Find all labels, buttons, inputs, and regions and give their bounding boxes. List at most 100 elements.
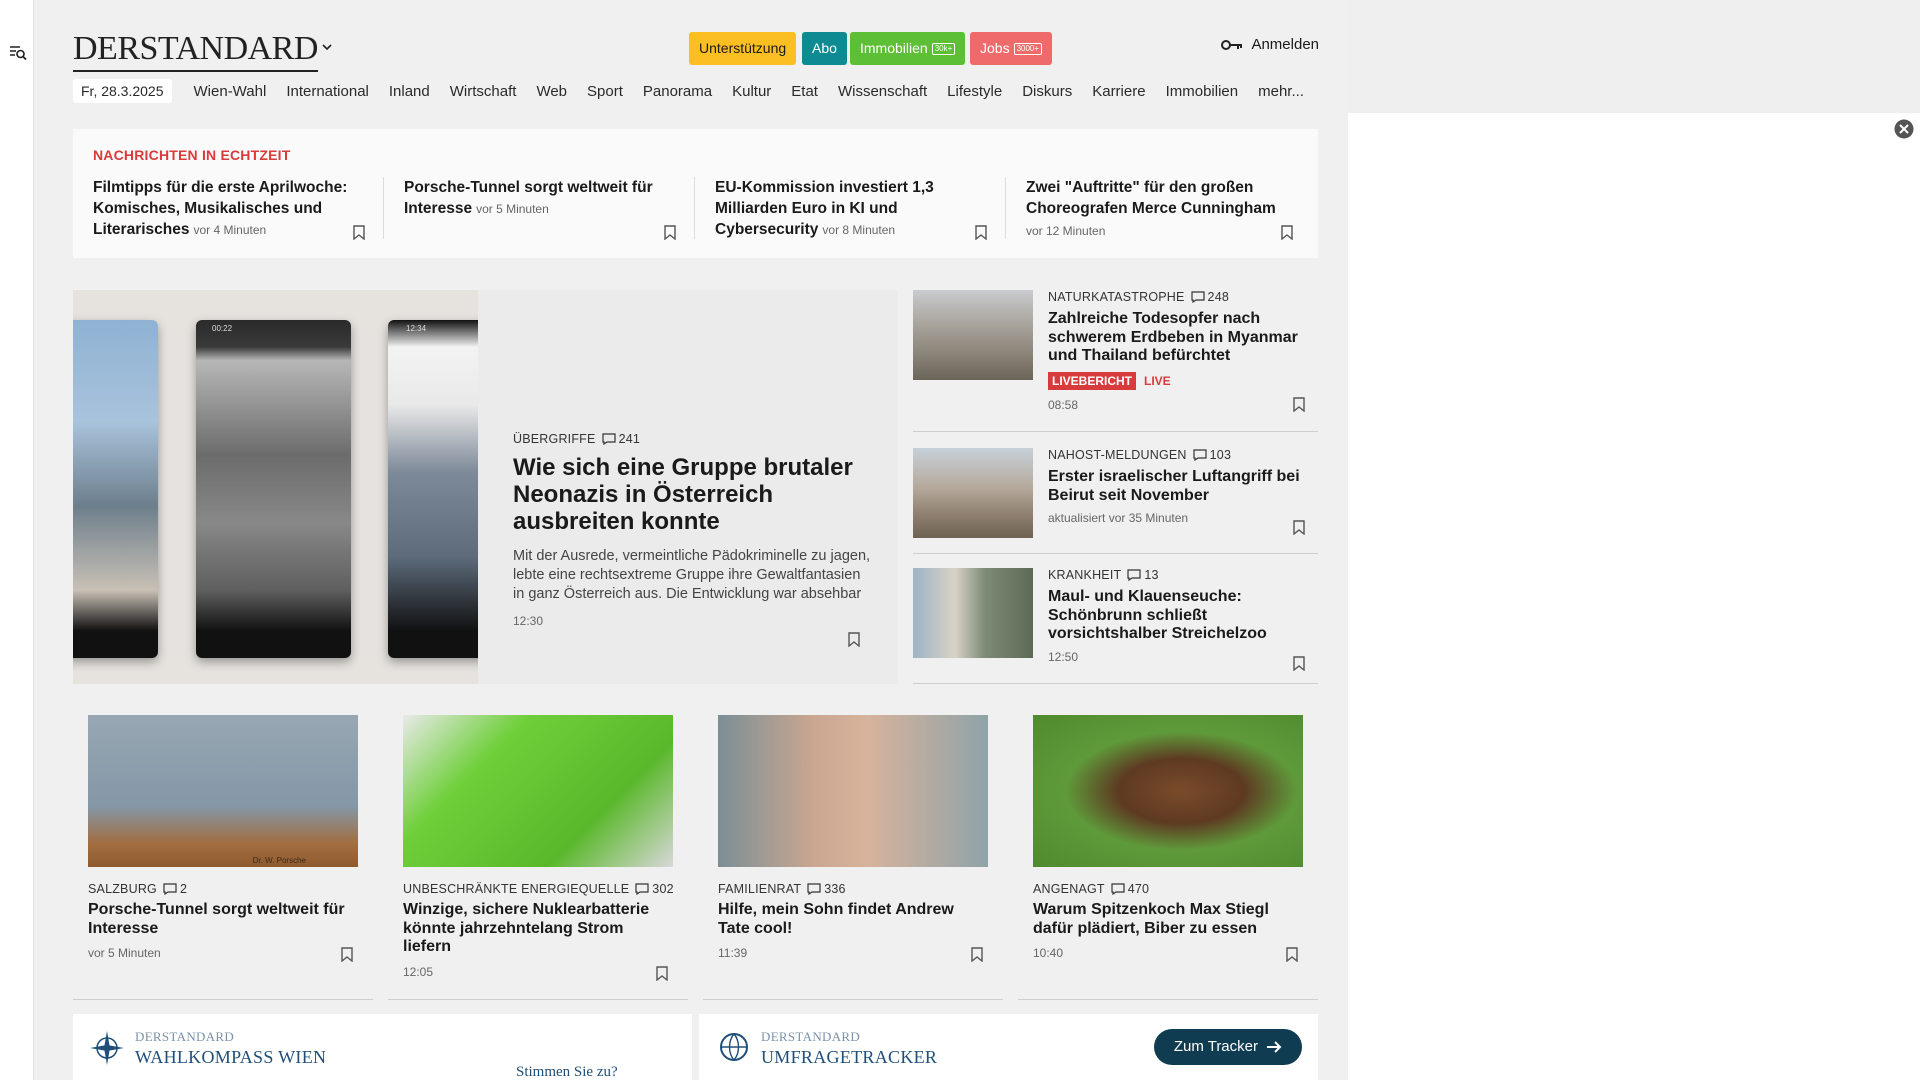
comment-icon [635,883,649,895]
nav-item-sport[interactable]: Sport [587,83,623,100]
comment-count-value: 302 [652,882,674,896]
side-title[interactable]: Maul- und Klauenseuche: Schönbrunn schli… [1048,588,1313,644]
bookmark-icon[interactable] [1293,397,1305,412]
hero-title[interactable]: Wie sich eine Gruppe brutaler Neonazis i… [513,454,873,535]
comment-count[interactable]: 2 [163,882,187,896]
wahlkompass-widget[interactable]: DERSTANDARD WAHLKOMPASS WIEN Stimmen Sie… [73,1014,692,1080]
card-kicker[interactable]: ANGENAGT [1033,882,1105,896]
live-news-ticker: NACHRICHTEN IN ECHTZEIT Filmtipps für di… [73,129,1318,258]
widget-prompt[interactable]: Stimmen Sie zu? [516,1064,618,1080]
comment-count[interactable]: 103 [1193,448,1231,462]
comment-count[interactable]: 336 [807,882,845,896]
nav-item-international[interactable]: International [286,83,369,100]
side-article[interactable]: KRANKHEIT 13 Maul- und Klauenseuche: Sch… [913,568,1318,684]
side-time: 08:58 [1048,397,1079,412]
site-logo[interactable]: DERSTANDARD [73,30,318,72]
card-title[interactable]: Hilfe, mein Sohn findet Andrew Tate cool… [718,901,988,938]
article-card[interactable]: UNBESCHRÄNKTE ENERGIEQUELLE 302 Winzige,… [388,715,688,1000]
bookmark-icon[interactable] [971,947,983,962]
login-button[interactable]: Anmelden [1221,36,1319,53]
nav-item-web[interactable]: Web [536,83,567,100]
hero-kicker[interactable]: ÜBERGRIFFE [513,432,596,446]
comment-count[interactable]: 13 [1127,568,1158,582]
side-kicker[interactable]: KRANKHEIT [1048,568,1121,582]
card-title[interactable]: Winzige, sichere Nuklearbatterie könnte … [403,901,673,957]
comment-icon [163,883,177,895]
comment-count-value: 336 [824,882,846,896]
ticker-item[interactable]: Zwei "Auftritte" für den großen Choreogr… [1026,177,1318,239]
nav-item-etat[interactable]: Etat [791,83,818,100]
tracker-button-label: Zum Tracker [1173,1038,1258,1055]
comment-icon [1111,883,1125,895]
open-tracker-button[interactable]: Zum Tracker [1153,1029,1302,1065]
bookmark-icon[interactable] [341,947,353,962]
bookmark-icon[interactable] [848,632,860,647]
support-label: Unterstützung [699,40,787,56]
nav-item-inland[interactable]: Inland [389,83,430,100]
comment-count[interactable]: 470 [1111,882,1149,896]
ticker-title: NACHRICHTEN IN ECHTZEIT [93,147,291,163]
nav-item-wien-wahl[interactable]: Wien-Wahl [194,83,267,100]
card-kicker[interactable]: FAMILIENRAT [718,882,801,896]
widget-brand-small: DERSTANDARD [761,1029,861,1044]
umfragetracker-widget[interactable]: DERSTANDARD UMFRAGETRACKER Zum Tracker [699,1014,1318,1080]
bookmark-icon[interactable] [1293,656,1305,671]
login-label: Anmelden [1251,36,1319,53]
comment-count-value: 241 [618,432,641,446]
side-title[interactable]: Erster israelischer Luftangriff bei Beir… [1048,468,1313,505]
nav-item-wirtschaft[interactable]: Wirtschaft [450,83,517,100]
support-button[interactable]: Unterstützung [689,32,797,65]
bookmark-icon[interactable] [1286,947,1298,962]
immobilien-button[interactable]: Immobilien 30k+ [850,32,966,65]
chevron-down-icon[interactable] [320,40,334,54]
card-title[interactable]: Warum Spitzenkoch Max Stiegl dafür plädi… [1033,901,1303,938]
current-date: Fr, 28.3.2025 [73,79,172,103]
bookmark-icon[interactable] [664,225,676,240]
nav-item-karriere[interactable]: Karriere [1092,83,1145,100]
phone-screenshot [73,320,158,658]
portrait-image [718,715,988,867]
ticker-item[interactable]: EU-Kommission investiert 1,3 Milliarden … [715,177,1007,239]
side-title[interactable]: Zahlreiche Todesopfer nach schwerem Erdb… [1048,310,1313,366]
bookmark-icon[interactable] [975,225,987,240]
nav-item-wissenschaft[interactable]: Wissenschaft [838,83,927,100]
card-title[interactable]: Porsche-Tunnel sorgt weltweit für Intere… [88,901,358,938]
jobs-button[interactable]: Jobs 3000+ [970,32,1053,65]
bookmark-icon[interactable] [353,225,365,240]
bookmark-icon[interactable] [656,966,668,981]
nav-item-more[interactable]: mehr... [1258,83,1304,100]
hero-article[interactable]: 00:22 12:34 ÜBERGRIFFE 241 Wie sich eine… [73,290,898,684]
article-card[interactable]: FAMILIENRAT 336 Hilfe, mein Sohn findet … [703,715,1003,1000]
bookmark-icon[interactable] [1281,225,1293,240]
abo-button[interactable]: Abo [802,32,847,65]
nav-item-panorama[interactable]: Panorama [643,83,712,100]
ticker-item[interactable]: Filmtipps für die erste Aprilwoche: Komi… [93,177,385,239]
card-kicker[interactable]: SALZBURG [88,882,157,896]
card-kicker[interactable]: UNBESCHRÄNKTE ENERGIEQUELLE [403,882,629,896]
bookmark-icon[interactable] [1293,520,1305,535]
card-time: 11:39 [718,946,748,960]
comment-count[interactable]: 241 [601,432,641,446]
article-card[interactable]: ANGENAGT 470 Warum Spitzenkoch Max Stieg… [1018,715,1318,1000]
hero-image: 00:22 12:34 [73,290,478,684]
ticker-item[interactable]: Porsche-Tunnel sorgt weltweit für Intere… [404,177,696,239]
side-kicker[interactable]: NAHOST-MELDUNGEN [1048,448,1187,462]
side-article[interactable]: NAHOST-MELDUNGEN 103 Erster israelischer… [913,448,1318,554]
search-menu-icon[interactable] [8,42,28,62]
close-icon[interactable] [1894,119,1914,139]
abo-label: Abo [812,40,837,56]
comment-count[interactable]: 248 [1190,290,1229,304]
side-kicker[interactable]: NATURKATASTROPHE [1048,290,1185,304]
key-icon [1221,39,1243,51]
nav-item-immobilien[interactable]: Immobilien [1166,83,1239,100]
comment-icon [601,433,616,445]
nav-item-kultur[interactable]: Kultur [732,83,771,100]
nav-item-lifestyle[interactable]: Lifestyle [947,83,1002,100]
left-rail [0,0,34,1080]
side-article[interactable]: NATURKATASTROPHE 248 Zahlreiche Todesopf… [913,290,1318,432]
article-card[interactable]: Dr. W. Porsche SALZBURG 2 Porsche-Tunnel… [73,715,373,1000]
comment-count[interactable]: 302 [635,882,674,896]
divider [383,177,384,239]
ticker-item-time: vor 8 Minuten [822,223,896,237]
nav-item-diskurs[interactable]: Diskurs [1022,83,1072,100]
